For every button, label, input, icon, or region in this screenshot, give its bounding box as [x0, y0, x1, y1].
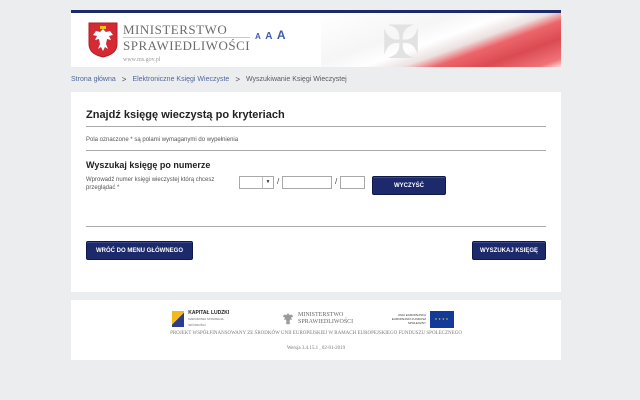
watermark-eagle-icon: ✠ — [381, 15, 421, 67]
back-to-main-menu-button[interactable]: WRÓĆ DO MENU GŁÓWNEGO — [86, 241, 193, 260]
eu-flag-icon: ★★★★ — [430, 310, 454, 328]
kw-number-input[interactable] — [282, 176, 332, 189]
breadcrumb: Strona główna > Elektroniczne Księgi Wie… — [71, 72, 561, 86]
ministry-url: www.ms.gov.pl — [123, 57, 161, 63]
divider — [86, 150, 546, 151]
kapital-ludzki-subtext: NARODOWA STRATEGIA SPÓJNOŚCI — [188, 317, 224, 327]
breadcrumb-separator-icon: > — [235, 74, 240, 84]
font-size-small-button[interactable]: A — [255, 32, 261, 41]
clear-button[interactable]: WYCZYŚĆ — [372, 176, 446, 195]
breadcrumb-home-link[interactable]: Strona główna — [71, 76, 116, 83]
eagle-icon — [283, 313, 293, 325]
breadcrumb-separator-icon: > — [121, 74, 127, 84]
ministry-footer-line1: MINISTERSTWO — [298, 312, 344, 318]
font-size-controls: A A A — [255, 26, 286, 44]
ministry-logo-text[interactable]: MINISTERSTWO SPRAWIEDLIWOŚCI — [123, 22, 251, 53]
slash-separator: / — [277, 177, 280, 186]
version-info: Wersja 3.4.15.1 , 02-01-2019 — [286, 346, 346, 351]
cofinancing-note: PROJEKT WSPÓŁFINANSOWANY ZE ŚRODKÓW UNII… — [170, 331, 462, 336]
ministry-footer-line2: SPRAWIEDLIWOŚCI — [298, 319, 354, 325]
polish-eagle-emblem-icon[interactable] — [88, 22, 118, 58]
kapital-ludzki-icon — [172, 311, 185, 327]
eu-logo: UNIA EUROPEJSKA EUROPEJSKI FUNDUSZ SPOŁE… — [386, 309, 454, 329]
breadcrumb-current: Wyszukiwanie Księgi Wieczystej — [245, 75, 347, 83]
court-code-select[interactable]: ▼ — [239, 176, 274, 189]
page-title: Znajdź księgę wieczystą po kryteriach — [86, 109, 285, 121]
chevron-down-icon[interactable]: ▼ — [262, 177, 273, 188]
ministry-name-line2: SPRAWIEDLIWOŚCI — [123, 37, 251, 53]
kapital-ludzki-logo: KAPITAŁ LUDZKI NARODOWA STRATEGIA SPÓJNO… — [172, 308, 235, 330]
section-title: Wyszukaj księgę po numerze — [86, 160, 211, 170]
flag-banner — [321, 13, 561, 67]
divider — [86, 226, 546, 227]
breadcrumb-ekw-link[interactable]: Elektroniczne Księgi Wieczyste — [132, 76, 229, 83]
font-size-large-button[interactable]: A — [277, 28, 286, 42]
site-header: ✠ MINISTERSTWO SPRAWIEDLIWOŚCI www.ms.go… — [71, 10, 561, 67]
ministry-footer-logo: MINISTERSTWO SPRAWIEDLIWOŚCI — [282, 308, 353, 330]
font-size-medium-button[interactable]: A — [265, 31, 272, 42]
divider — [86, 126, 546, 127]
slash-separator: / — [335, 177, 338, 186]
required-fields-note: Pola oznaczone * są polami wymaganymi do… — [86, 137, 239, 143]
search-form-panel: Znajdź księgę wieczystą po kryteriach Po… — [71, 92, 561, 292]
search-kw-button[interactable]: WYSZUKAJ KSIĘGĘ — [472, 241, 546, 260]
eu-text: UNIA EUROPEJSKA EUROPEJSKI FUNDUSZ SPOŁE… — [391, 313, 426, 325]
check-digit-input[interactable] — [340, 176, 365, 189]
site-footer: KAPITAŁ LUDZKI NARODOWA STRATEGIA SPÓJNO… — [71, 300, 561, 360]
kw-number-label: Wprowadź numer księgi wieczystej którą c… — [86, 177, 215, 191]
ministry-name-line1: MINISTERSTWO — [123, 22, 228, 37]
